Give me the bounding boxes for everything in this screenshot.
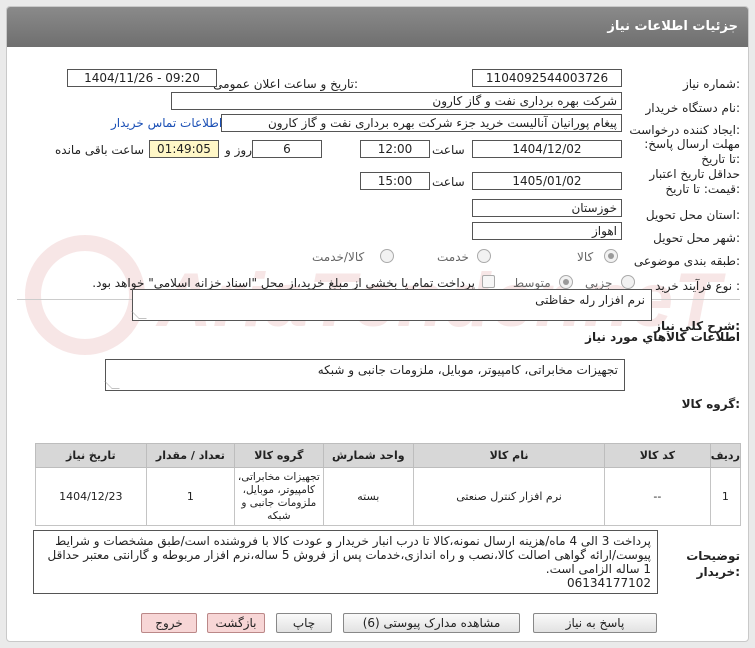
- requester-field[interactable]: پیغام پورانیان آنالیست خرید جزء شرکت بهر…: [221, 114, 622, 132]
- province-label: استان محل تحویل:: [645, 208, 740, 222]
- cell-goods-name: نرم افزار کنترل صنعتی: [413, 467, 606, 526]
- purchase-medium-label: متوسط: [513, 276, 551, 290]
- cell-need-date: 1404/12/23: [35, 467, 147, 526]
- radio-purchase-medium[interactable]: [559, 275, 573, 289]
- page-title: جزئیات اطلاعات نیاز: [607, 19, 738, 34]
- goods-info-heading: اطلاعات كالاهاي مورد نياز: [585, 330, 740, 344]
- goods-table: ردیف کد کالا نام کالا واحد شمارش گروه کا…: [35, 443, 742, 526]
- reply-deadline-label: مهلت ارسال پاسخ: تا تاریخ:: [644, 137, 740, 166]
- need-number-label: شماره نیاز:: [682, 77, 740, 91]
- reply-button[interactable]: پاسخ به نیاز: [533, 613, 657, 633]
- cell-row-number: 1: [709, 467, 742, 526]
- province-field[interactable]: خوزستان: [472, 199, 622, 217]
- validity-time-field[interactable]: 15:00: [360, 172, 430, 190]
- requester-label: ایجاد کننده درخواست:: [629, 123, 740, 137]
- col-header-goods-code: کد کالا: [604, 443, 711, 468]
- cell-unit: بسته: [322, 467, 415, 526]
- radio-purchase-minor[interactable]: [621, 275, 635, 289]
- cell-goods-code: --: [604, 467, 711, 526]
- reply-time-field[interactable]: 12:00: [360, 140, 430, 158]
- goods-group-label: گروه کالا:: [681, 397, 740, 411]
- announce-field[interactable]: 1404/11/26 - 09:20: [67, 69, 217, 87]
- radio-category-goods-service[interactable]: [380, 249, 394, 263]
- buyer-notes-textarea[interactable]: پرداخت 3 الی 4 ماه/هزینه ارسال نمونه،کال…: [33, 530, 658, 594]
- days-and-label: روز و: [225, 143, 252, 157]
- col-header-row-number: ردیف: [709, 443, 742, 468]
- col-header-goods-group: گروه کالا: [234, 443, 324, 468]
- remaining-time-field: 01:49:05: [149, 140, 219, 158]
- validity-date-field[interactable]: 1405/01/02: [472, 172, 622, 190]
- resize-handle-icon[interactable]: [104, 381, 120, 389]
- validity-label: حداقل تاریخ اعتبار قیمت: تا تاریخ:: [649, 167, 740, 196]
- need-number-field[interactable]: 1104092544003726: [472, 69, 622, 87]
- buyer-org-label: نام دستگاه خریدار:: [645, 101, 741, 115]
- print-button[interactable]: چاپ: [276, 613, 332, 633]
- goods-table-wrapper: ردیف کد کالا نام کالا واحد شمارش گروه کا…: [35, 443, 742, 526]
- city-label: شهر محل تحویل:: [653, 231, 740, 245]
- description-text: نرم افزار رله حفاظتی: [535, 293, 645, 307]
- radio-category-service[interactable]: [477, 249, 491, 263]
- table-header-row: ردیف کد کالا نام کالا واحد شمارش گروه کا…: [35, 443, 742, 468]
- category-goods-service-label: کالا/خدمت: [312, 250, 365, 264]
- radio-category-goods[interactable]: [604, 249, 618, 263]
- col-header-goods-name: نام کالا: [413, 443, 606, 468]
- announce-label: تاریخ و ساعت اعلان عمومی:: [213, 77, 358, 91]
- reply-time-word: ساعت: [432, 143, 465, 157]
- days-field[interactable]: 6: [252, 140, 322, 158]
- treasury-payment-note: پرداخت تمام یا بخشی از مبلغ خرید،از محل …: [92, 276, 475, 290]
- category-service-label: خدمت: [437, 250, 469, 264]
- category-label: طبقه بندی موضوعی:: [633, 254, 740, 268]
- exit-button[interactable]: خروج: [141, 613, 197, 633]
- col-header-need-date: تاریخ نیاز: [35, 443, 147, 468]
- back-button[interactable]: بازگشت: [207, 613, 265, 633]
- purchase-type-label: نوع فرآیند خرید :: [655, 279, 740, 293]
- reply-date-field[interactable]: 1404/12/02: [472, 140, 622, 158]
- buyer-org-field[interactable]: شرکت بهره برداری نفت و گاز کارون: [171, 92, 622, 110]
- cell-goods-group: تجهیزات مخابراتی، کامپیوتر، موبایل، ملزو…: [234, 467, 324, 526]
- col-header-quantity: تعداد / مقدار: [145, 443, 236, 468]
- purchase-minor-label: جزیی: [585, 276, 613, 290]
- page-header: جزئیات اطلاعات نیاز: [7, 7, 748, 47]
- validity-time-word: ساعت: [432, 175, 465, 189]
- watermark-logo-icon: [25, 235, 145, 355]
- city-field[interactable]: اهواز: [472, 222, 622, 240]
- main-panel: AriaTender.neT جزئیات اطلاعات نیاز شماره…: [6, 6, 749, 642]
- goods-group-text: تجهیزات مخابراتی، کامپیوتر، موبایل، ملزو…: [317, 363, 618, 377]
- category-goods-label: کالا: [577, 250, 594, 264]
- remaining-label: ساعت باقی مانده: [55, 143, 145, 157]
- buyer-notes-label: توضیحات خریدار:: [686, 549, 740, 579]
- resize-handle-icon[interactable]: [131, 311, 147, 319]
- table-row[interactable]: 1 -- نرم افزار کنترل صنعتی بسته تجهیزات …: [35, 467, 742, 526]
- contact-buyer-link[interactable]: اطلاعات تماس خریدار: [111, 116, 222, 130]
- treasury-payment-checkbox[interactable]: [482, 275, 495, 288]
- attachments-button[interactable]: مشاهده مدارک پیوستی (6): [343, 613, 520, 633]
- col-header-unit: واحد شمارش: [322, 443, 415, 468]
- cell-quantity: 1: [145, 467, 236, 526]
- description-textarea[interactable]: نرم افزار رله حفاظتی: [131, 289, 652, 321]
- goods-group-textarea[interactable]: تجهیزات مخابراتی، کامپیوتر، موبایل، ملزو…: [104, 359, 625, 391]
